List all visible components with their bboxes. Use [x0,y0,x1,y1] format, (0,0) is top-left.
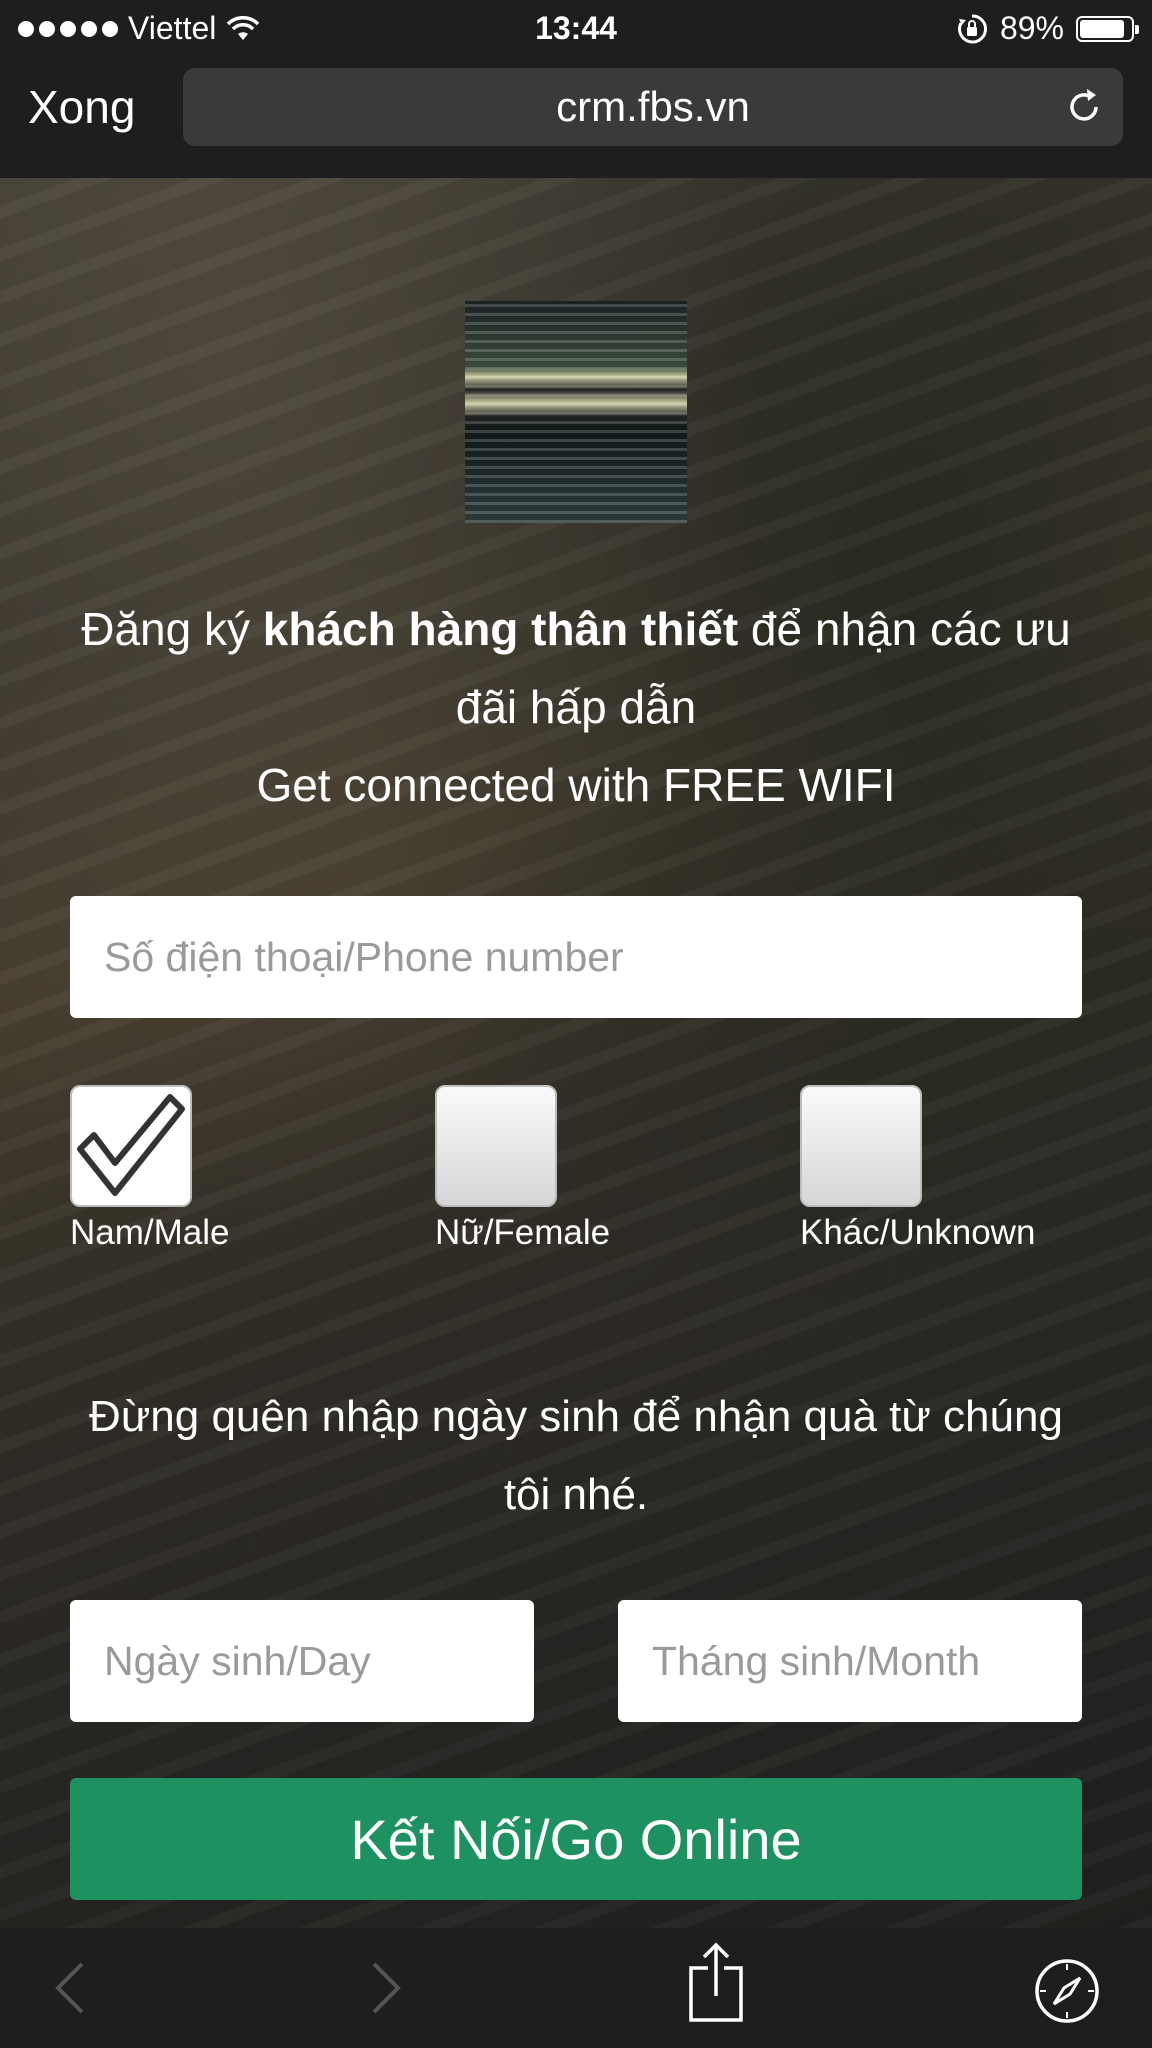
headline-prefix: Đăng ký [81,603,263,655]
share-icon[interactable] [688,1942,744,2022]
browser-nav-bar: Xong crm.fbs.vn [0,58,1152,178]
birthday-reminder: Đừng quên nhập ngày sinh để nhận quà từ … [89,1392,1063,1519]
url-text: crm.fbs.vn [556,83,750,130]
headline-wifi-line: Get connected with FREE WIFI [256,759,896,811]
browser-toolbar [0,1928,1152,2048]
done-button[interactable]: Xong [28,80,135,134]
address-bar[interactable]: crm.fbs.vn [183,68,1123,146]
gender-male-checkbox[interactable] [70,1085,192,1207]
venue-logo-image [465,301,687,523]
go-online-button[interactable]: Kết Nối/Go Online [70,1778,1082,1900]
orientation-lock-icon [958,13,987,43]
gender-unknown-checkbox[interactable] [800,1085,922,1207]
checkmark-icon [77,1094,185,1196]
gender-unknown-label: Khác/Unknown [800,1213,1036,1252]
gender-female-checkbox[interactable] [435,1085,557,1207]
birth-month-input[interactable] [618,1600,1082,1722]
reload-icon[interactable] [1063,86,1105,128]
forward-arrow-icon[interactable] [366,1960,406,2016]
battery-icon [1076,15,1139,42]
back-arrow-icon[interactable] [50,1960,90,2016]
safari-compass-icon[interactable] [1034,1958,1100,2024]
battery-level [1080,19,1125,38]
status-right: 89% [956,10,1139,47]
birth-day-input[interactable] [70,1600,534,1722]
gender-male-label: Nam/Male [70,1213,230,1252]
web-content: Đăng ký khách hàng thân thiết để nhận cá… [0,178,1152,1928]
status-bar: Viettel 13:44 89% [0,0,1152,58]
headline: Đăng ký khách hàng thân thiết để nhận cá… [60,590,1092,824]
phone-input[interactable] [70,896,1082,1018]
battery-percent: 89% [999,10,1064,46]
gender-female-label: Nữ/Female [435,1213,611,1252]
headline-bold: khách hàng thân thiết [262,603,739,655]
